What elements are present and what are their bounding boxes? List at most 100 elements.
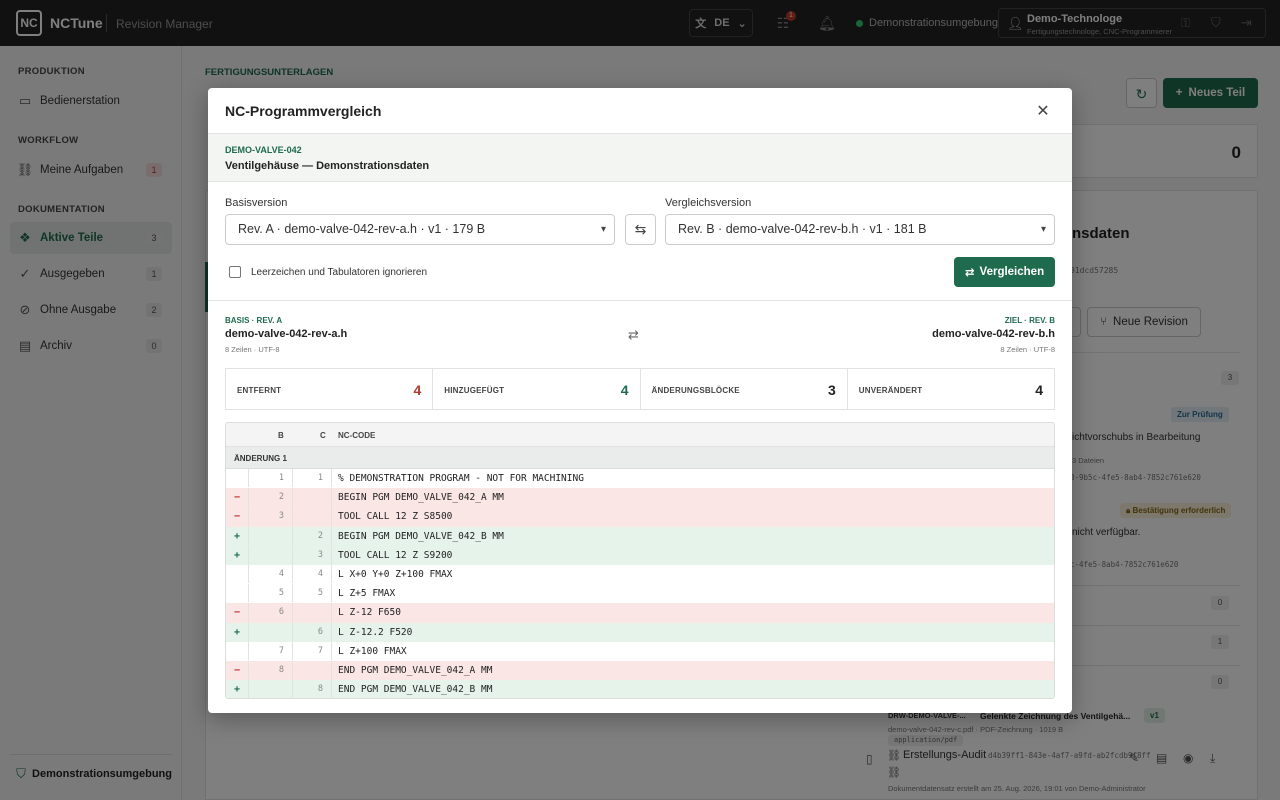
diff-sign: + xyxy=(233,549,241,561)
base-line-number xyxy=(248,622,292,641)
compare-line-number: 6 xyxy=(292,622,332,641)
stat-value: 3 xyxy=(827,382,836,398)
compare-line-number xyxy=(292,507,332,526)
close-icon[interactable]: ✕ xyxy=(1034,101,1052,121)
diff-table: B C NC-CODE ÄNDERUNG 1 1 1 % DEMONSTRATION… xyxy=(225,422,1055,699)
dialog-title: NC-Programmvergleich xyxy=(225,103,382,119)
diff-row: 55 L Z+5 FMAX xyxy=(226,584,1054,603)
diff-row: 1 1 % DEMONSTRATION PROGRAM - NOT FOR MACH… xyxy=(226,469,1054,488)
base-line-number: 3 xyxy=(248,507,292,526)
stat-removed: ENTFERNT 4 xyxy=(226,369,434,409)
target-file-meta: 8 Zeilen · UTF-8 xyxy=(1000,345,1055,354)
diff-rows: 1 1 % DEMONSTRATION PROGRAM - NOT FOR MACH… xyxy=(226,469,1054,698)
diff-row: +3 TOOL CALL 12 Z S9200 xyxy=(226,545,1054,565)
compare-version-value: Rev. B · demo-valve-042-rev-b.h · v1 · 1… xyxy=(678,222,927,236)
stat-label: ENTFERNT xyxy=(237,386,282,395)
diff-sign: + xyxy=(233,684,241,696)
code-line: TOOL CALL 12 Z S8500 xyxy=(338,511,453,523)
diff-row: −8 END PGM DEMO_VALVE_042_A MM xyxy=(226,660,1054,681)
column-header-code: NC-CODE xyxy=(338,431,376,440)
compare-line-number: 1 xyxy=(292,469,332,488)
diff-sign: − xyxy=(233,511,241,523)
compare-line-number: 2 xyxy=(292,526,332,545)
diff-sign: + xyxy=(233,530,241,542)
swap-versions-button[interactable]: ⇆ xyxy=(625,214,656,245)
diff-row: 44 L X+0 Y+0 Z+100 FMAX xyxy=(226,564,1054,584)
code-line: L X+0 Y+0 Z+100 FMAX xyxy=(338,568,453,580)
base-line-number: 7 xyxy=(248,641,292,660)
ignore-whitespace-label[interactable]: Leerzeichen und Tabulatoren ignorieren xyxy=(251,267,427,278)
base-file-name: demo-valve-042-rev-a.h xyxy=(225,328,348,340)
diff-row: −6 L Z-12 F650 xyxy=(226,603,1054,623)
stat-value: 4 xyxy=(620,382,629,398)
compare-button[interactable]: ⇄ Vergleichen xyxy=(954,257,1055,287)
stat-label: ÄNDERUNGSBLÖCKE xyxy=(651,386,740,395)
base-line-number: 1 xyxy=(248,469,292,488)
code-line: END PGM DEMO_VALVE_042_B MM xyxy=(338,684,493,696)
swap-icon: ⇆ xyxy=(634,221,647,237)
diff-sign: − xyxy=(233,664,241,676)
column-header-c: C xyxy=(320,431,326,440)
hunk-label: ÄNDERUNG 1 xyxy=(234,454,287,463)
diff-row: 77 L Z+100 FMAX xyxy=(226,641,1054,661)
part-name: Ventilgehäuse — Demonstrationsdaten xyxy=(225,160,430,172)
base-line-number xyxy=(248,680,292,698)
diff-sign: − xyxy=(233,492,241,504)
base-line-number xyxy=(248,526,292,545)
stat-label: UNVERÄNDERT xyxy=(858,386,923,395)
diff-row: +2 BEGIN PGM DEMO_VALVE_042_B MM xyxy=(226,526,1054,546)
code-line: TOOL CALL 12 Z S9200 xyxy=(338,549,453,561)
compare-line-number: 3 xyxy=(292,545,332,564)
stat-added: HINZUGEFÜGT 4 xyxy=(433,369,641,409)
base-line-number xyxy=(248,545,292,564)
compare-version-label: Vergleichsversion xyxy=(665,197,752,209)
chevron-down-icon: ▾ xyxy=(1040,224,1046,235)
stat-label: HINZUGEFÜGT xyxy=(444,386,505,395)
compare-arrows-icon: ⇄ xyxy=(628,327,639,342)
part-info: DEMO-VALVE-042 Ventilgehäuse — Demonstra… xyxy=(208,134,1072,182)
compare-line-number: 7 xyxy=(292,641,332,660)
part-id: DEMO-VALVE-042 xyxy=(225,145,302,155)
base-line-number: 4 xyxy=(248,564,292,584)
compare-line-number xyxy=(292,603,332,622)
chevron-down-icon: ▾ xyxy=(600,224,606,235)
compare-version-select[interactable]: Rev. B · demo-valve-042-rev-b.h · v1 · 1… xyxy=(665,214,1055,245)
base-file-tag: BASIS · REV. A xyxy=(225,316,283,325)
base-line-number: 6 xyxy=(248,603,292,622)
diff-row: +8 END PGM DEMO_VALVE_042_B MM xyxy=(226,680,1054,698)
base-line-number: 2 xyxy=(248,488,292,507)
diff-sign: + xyxy=(233,626,241,638)
compare-line-number xyxy=(292,488,332,507)
nc-compare-dialog: NC-Programmvergleich ✕ DEMO-VALVE-042 Ve… xyxy=(208,88,1072,713)
stat-value: 4 xyxy=(1035,382,1043,398)
base-line-number: 8 xyxy=(248,660,292,680)
target-file-tag: ZIEL · REV. B xyxy=(1004,316,1055,325)
base-version-label: Basisversion xyxy=(225,197,288,209)
stat-change-blocks: ÄNDERUNGSBLÖCKE 3 xyxy=(641,369,848,409)
dialog-header: NC-Programmvergleich ✕ xyxy=(208,88,1072,134)
compare-icon: ⇄ xyxy=(964,267,975,279)
code-line: END PGM DEMO_VALVE_042_A MM xyxy=(338,664,493,676)
diff-row: −3 TOOL CALL 12 Z S8500 xyxy=(226,507,1054,527)
code-line: % DEMONSTRATION PROGRAM - NOT FOR MACHIN… xyxy=(338,473,584,484)
diff-row: +6 L Z-12.2 F520 xyxy=(226,622,1054,642)
compare-button-label: Vergleichen xyxy=(979,266,1045,278)
diff-row: −2 BEGIN PGM DEMO_VALVE_042_A MM xyxy=(226,488,1054,508)
code-line: L Z-12 F650 xyxy=(338,607,401,619)
code-line: L Z-12.2 F520 xyxy=(338,626,413,638)
ignore-whitespace-checkbox[interactable] xyxy=(229,266,241,278)
divider xyxy=(208,300,1072,301)
column-header-b: B xyxy=(278,431,284,440)
code-line: BEGIN PGM DEMO_VALVE_042_A MM xyxy=(338,492,504,504)
base-version-select[interactable]: Rev. A · demo-valve-042-rev-a.h · v1 · 1… xyxy=(225,214,615,245)
stat-unchanged: UNVERÄNDERT 4 xyxy=(848,369,1054,409)
code-line: BEGIN PGM DEMO_VALVE_042_B MM xyxy=(338,530,504,542)
diff-hunk-header: ÄNDERUNG 1 xyxy=(226,447,1054,469)
code-line: L Z+100 FMAX xyxy=(338,645,407,657)
code-line: L Z+5 FMAX xyxy=(338,588,396,600)
compare-line-number: 4 xyxy=(292,564,332,584)
diff-stats: ENTFERNT 4 HINZUGEFÜGT 4 ÄNDERUNGSBLÖCKE… xyxy=(225,368,1055,410)
compare-line-number: 8 xyxy=(292,680,332,698)
base-file-meta: 8 Zeilen · UTF-8 xyxy=(225,345,280,354)
base-line-number: 5 xyxy=(248,584,292,603)
